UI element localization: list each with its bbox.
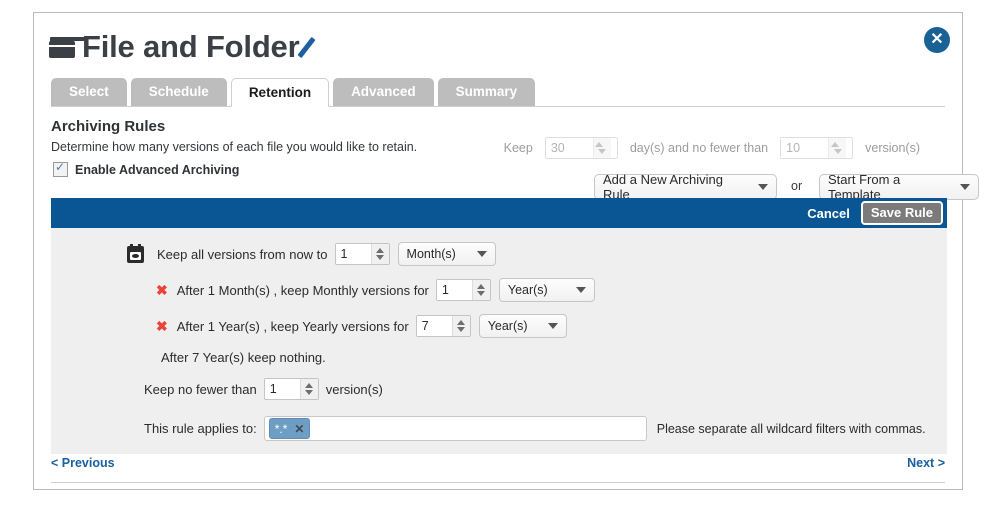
chevron-up-icon[interactable] [595, 142, 604, 147]
enable-advanced-archiving-label: Enable Advanced Archiving [75, 162, 240, 177]
chevron-up-icon[interactable] [830, 142, 839, 147]
keep-all-versions-label: Keep all versions from now to [157, 246, 328, 262]
applies-to-label: This rule applies to: [144, 421, 257, 436]
remove-tag-icon[interactable]: ✕ [294, 422, 304, 436]
pencil-icon[interactable] [297, 36, 321, 59]
section-subheading: Determine how many versions of each file… [51, 140, 418, 154]
keep-all-versions-arrows[interactable] [370, 244, 389, 264]
yearly-rule-arrows[interactable] [451, 316, 470, 336]
tab-schedule[interactable]: Schedule [130, 78, 227, 106]
chevron-down-icon [575, 287, 586, 293]
chevron-down-icon[interactable] [305, 390, 314, 395]
previous-button[interactable]: < Previous [51, 456, 115, 470]
save-rule-button[interactable]: Save Rule [860, 201, 943, 225]
enable-advanced-archiving-row[interactable]: Enable Advanced Archiving [53, 160, 240, 177]
keep-all-versions-value[interactable]: 1 [335, 244, 371, 264]
keep-days-arrows[interactable] [592, 138, 611, 158]
yearly-rule-label: After 1 Year(s) , keep Yearly versions f… [176, 318, 409, 334]
enable-advanced-archiving-checkbox[interactable] [53, 160, 68, 177]
chevron-down-icon [547, 323, 558, 329]
chevron-down-icon [960, 184, 970, 190]
yearly-rule-unit-value: Year(s) [487, 319, 528, 333]
monthly-rule-value[interactable]: 1 [436, 280, 472, 300]
keep-versions-value[interactable]: 10 [781, 138, 817, 158]
yearly-rule-stepper[interactable]: 7 [415, 315, 471, 337]
or-label: or [791, 179, 803, 193]
page-title: File and Folder [82, 29, 300, 64]
chevron-up-icon[interactable] [477, 284, 486, 289]
tab-bar: Select Schedule Retention Advanced Summa… [51, 73, 945, 107]
applies-to-row: This rule applies to: *.* ✕ Please separ… [144, 416, 926, 441]
monthly-rule-label: After 1 Month(s) , keep Monthly versions… [176, 282, 429, 298]
chevron-down-icon[interactable] [376, 255, 385, 260]
yearly-rule-value[interactable]: 7 [416, 316, 452, 336]
remove-rule-icon[interactable]: ✖ [156, 283, 168, 297]
wildcard-tag[interactable]: *.* ✕ [268, 418, 311, 439]
keep-nothing-label: After 7 Year(s) keep nothing. [161, 350, 326, 365]
wildcard-hint: Please separate all wildcard filters wit… [656, 421, 926, 436]
monthly-rule-stepper[interactable]: 1 [435, 279, 491, 301]
tab-select[interactable]: Select [51, 78, 127, 106]
archiving-rule-panel: Cancel Save Rule Keep all versions from … [51, 198, 947, 454]
chevron-down-icon[interactable] [457, 327, 466, 332]
monthly-rule-unit-select[interactable]: Year(s) [498, 278, 595, 302]
chevron-down-icon [476, 251, 487, 257]
no-fewer-than-label: Keep no fewer than [144, 381, 257, 397]
chevron-down-icon[interactable] [477, 291, 486, 296]
retention-dialog: File and Folder ✕ Select Schedule Retent… [33, 12, 979, 490]
section-heading: Archiving Rules [51, 118, 166, 135]
keep-all-versions-unit-select[interactable]: Month(s) [397, 242, 496, 266]
chevron-down-icon[interactable] [833, 149, 842, 154]
yearly-rule-unit-select[interactable]: Year(s) [478, 314, 567, 338]
keep-suffix-label: version(s) [865, 141, 920, 155]
cancel-button[interactable]: Cancel [807, 206, 850, 221]
tab-summary[interactable]: Summary [437, 78, 536, 106]
no-fewer-than-stepper[interactable]: 1 [263, 378, 319, 400]
start-from-template-select[interactable]: Start From a Template [819, 172, 979, 202]
rule-body: Keep all versions from now to 1 Month(s)… [51, 228, 947, 454]
keep-all-versions-stepper[interactable]: 1 [334, 243, 390, 265]
tab-advanced[interactable]: Advanced [333, 78, 434, 106]
close-icon[interactable]: ✕ [924, 27, 950, 53]
add-archiving-rule-select[interactable]: Add a New Archiving Rule [594, 172, 777, 202]
rule-action-bar: Cancel Save Rule [51, 198, 947, 228]
keep-all-versions-unit-value: Month(s) [406, 247, 456, 261]
no-fewer-than-value[interactable]: 1 [264, 379, 300, 399]
tab-retention[interactable]: Retention [230, 78, 330, 107]
no-fewer-than-suffix: version(s) [325, 381, 383, 397]
keep-middle-label: day(s) and no fewer than [629, 141, 769, 155]
folder-icon [49, 36, 86, 58]
remove-rule-icon[interactable]: ✖ [156, 319, 168, 333]
keep-nothing-row: After 7 Year(s) keep nothing. [161, 350, 333, 365]
no-fewer-than-arrows[interactable] [299, 379, 318, 399]
monthly-rule-row: ✖ After 1 Month(s) , keep Monthly versio… [156, 278, 595, 302]
keep-days-stepper[interactable]: 30 [544, 137, 618, 159]
keep-days-value[interactable]: 30 [545, 138, 581, 158]
chevron-down-icon [758, 184, 768, 190]
keep-versions-stepper[interactable]: 10 [780, 137, 854, 159]
monthly-rule-arrows[interactable] [471, 280, 490, 300]
monthly-rule-unit-value: Year(s) [507, 283, 548, 297]
dialog-footer: < Previous Next > [51, 456, 945, 483]
global-keep-row: Keep 30 day(s) and no fewer than 10 vers… [504, 137, 926, 159]
chevron-up-icon[interactable] [376, 248, 385, 253]
chevron-up-icon[interactable] [457, 320, 466, 325]
dialog-title-row: File and Folder [49, 27, 321, 67]
keep-versions-arrows[interactable] [828, 138, 847, 158]
no-fewer-than-row: Keep no fewer than 1 version(s) [144, 378, 383, 400]
yearly-rule-row: ✖ After 1 Year(s) , keep Yearly versions… [156, 314, 567, 338]
next-button[interactable]: Next > [907, 456, 945, 470]
wildcard-tag-label: *.* [274, 421, 288, 436]
chevron-down-icon[interactable] [598, 149, 607, 154]
keep-all-versions-row: Keep all versions from now to 1 Month(s) [127, 242, 496, 266]
calendar-icon [127, 243, 144, 263]
chevron-up-icon[interactable] [305, 383, 314, 388]
keep-prefix-label: Keep [503, 141, 533, 155]
wildcard-filter-input[interactable]: *.* ✕ [263, 416, 647, 441]
